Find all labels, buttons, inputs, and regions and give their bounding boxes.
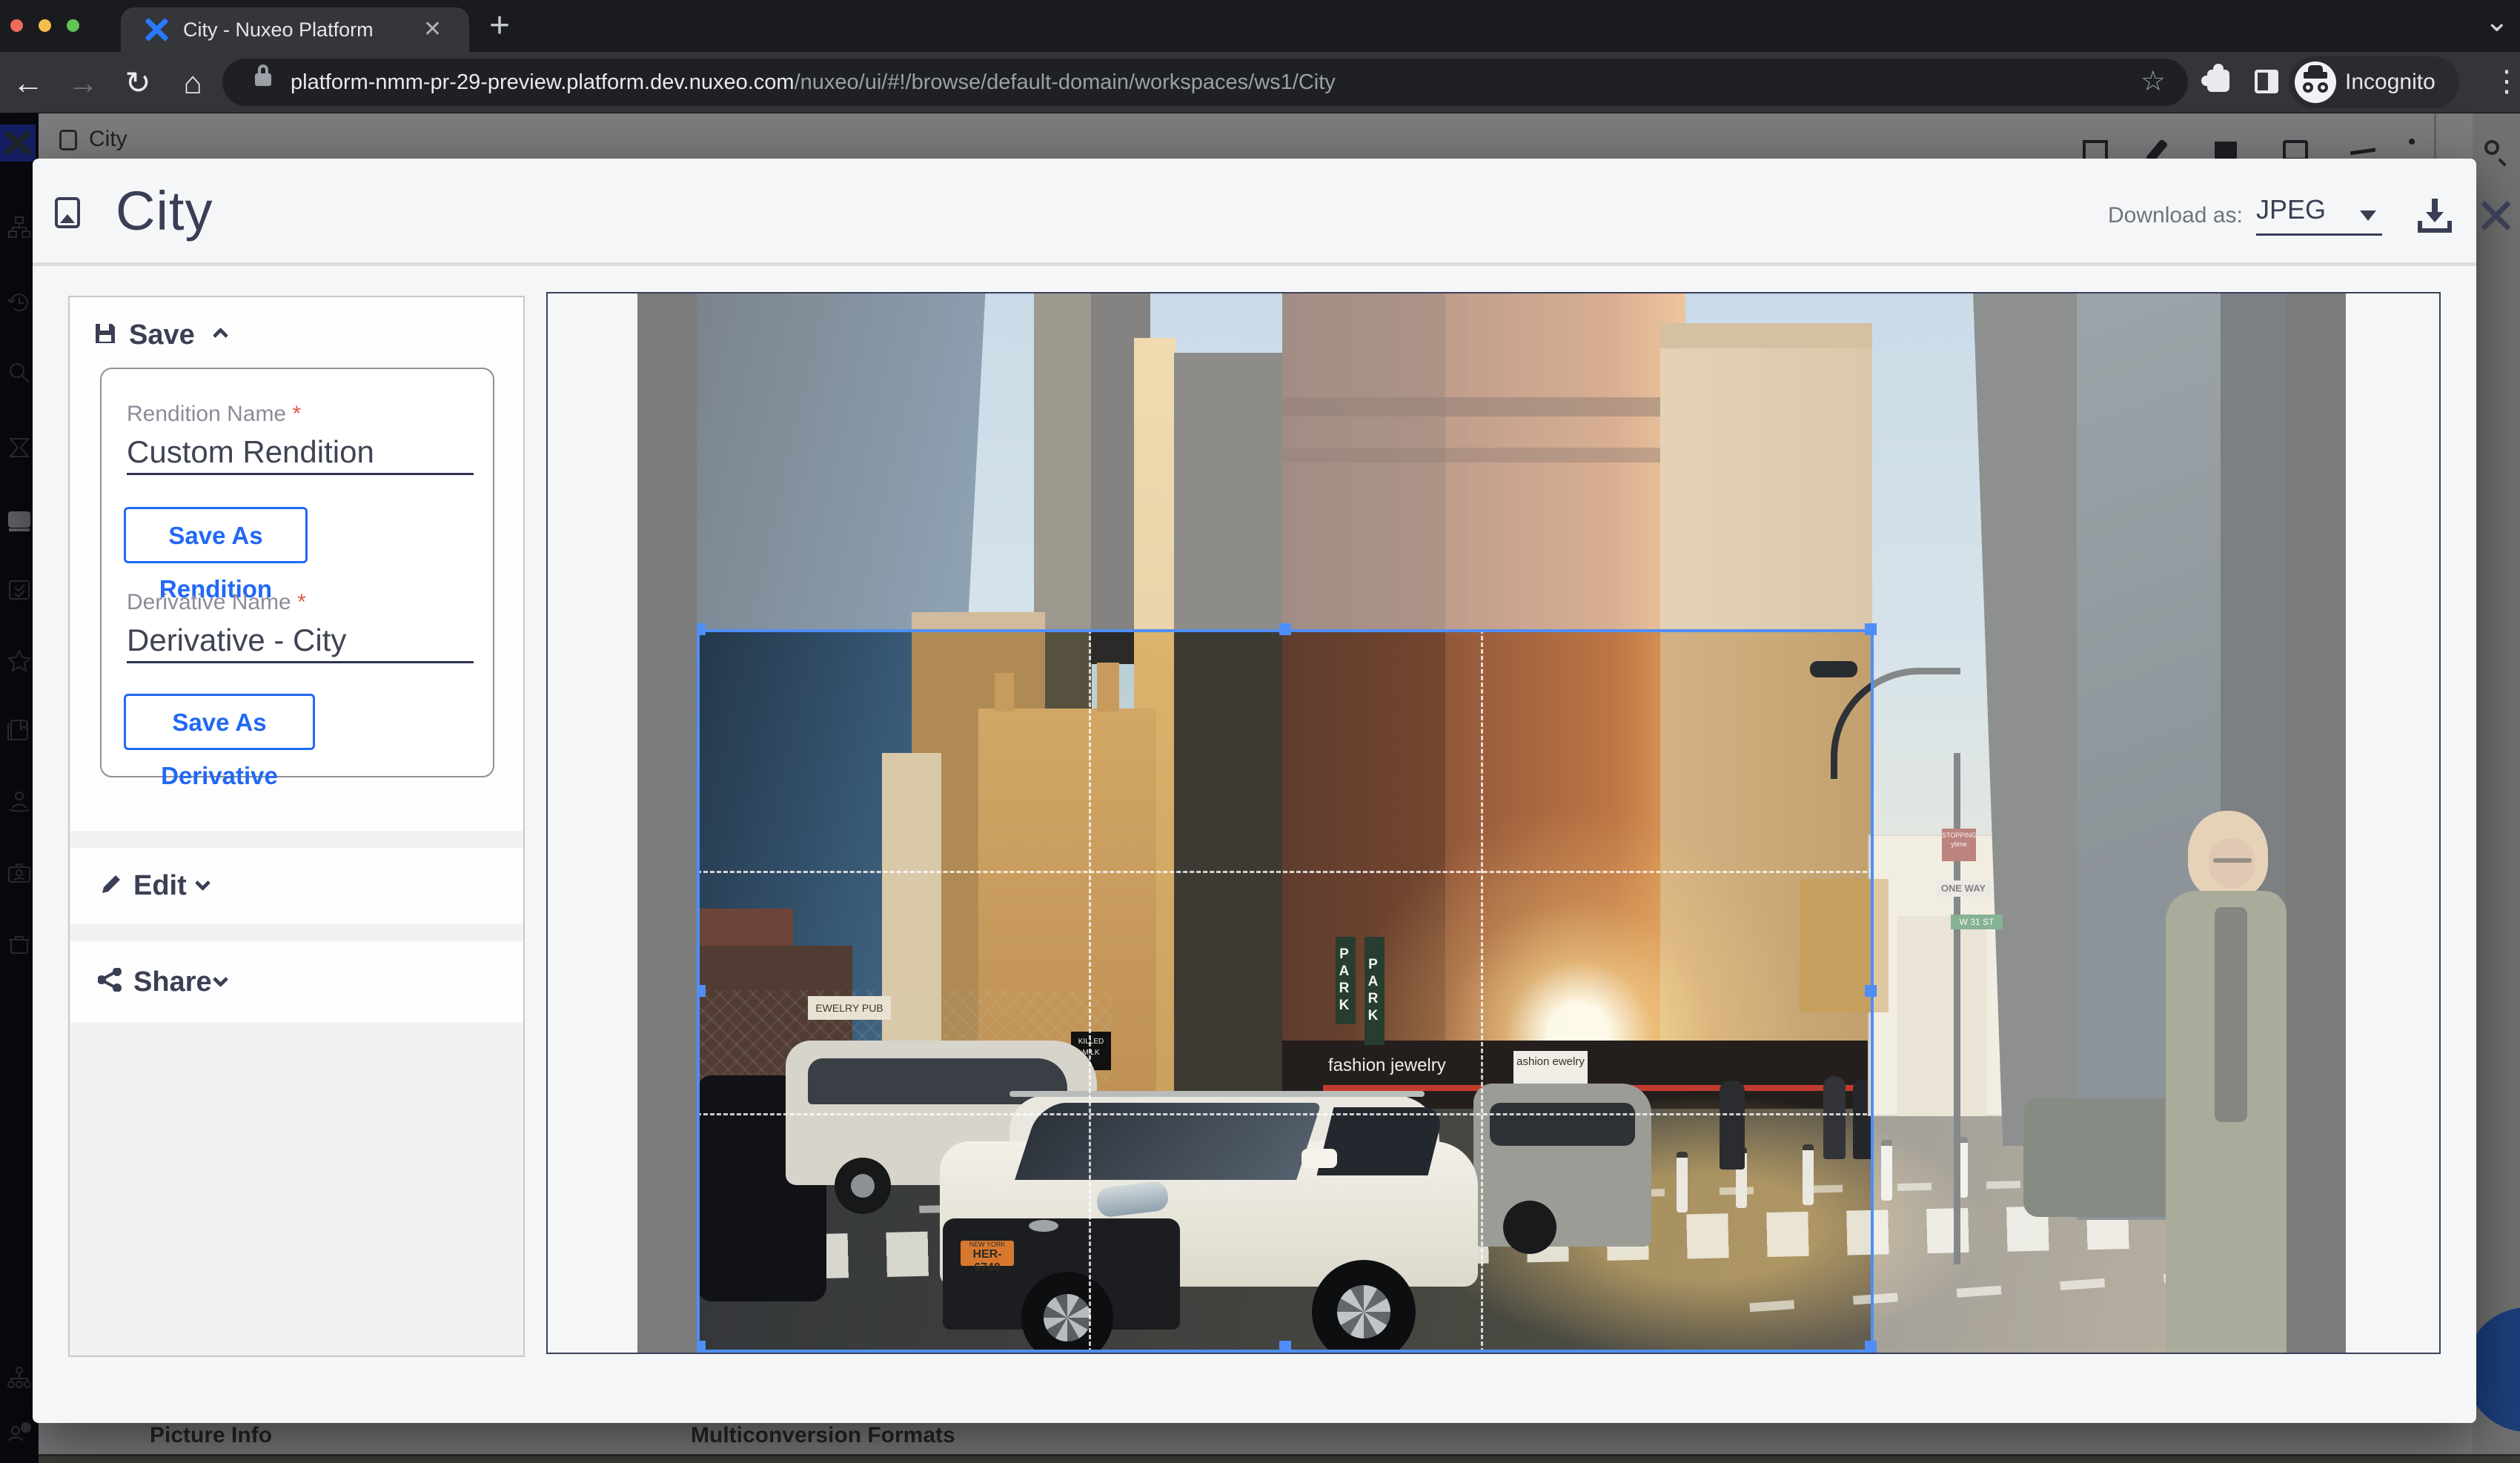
share-expand-chevron-icon bbox=[213, 972, 228, 987]
save-floppy-icon bbox=[93, 321, 118, 346]
crop-veil-top bbox=[697, 293, 2287, 629]
save-card: Rendition Name * Save As Rendition Deriv… bbox=[100, 368, 494, 777]
new-tab-icon[interactable]: + bbox=[489, 1, 510, 50]
edit-section[interactable]: Edit bbox=[70, 848, 523, 924]
crop-handle-middle-left[interactable] bbox=[697, 985, 706, 997]
dialog-header: City Download as: JPEG bbox=[33, 159, 2476, 262]
crop-handle-middle-right[interactable] bbox=[1865, 985, 1877, 997]
city-photo[interactable]: fashion jewelry ashion ewelry PARK PARK … bbox=[697, 293, 2287, 1353]
url-text: platform-nmm-pr-29-preview.platform.dev.… bbox=[291, 59, 1336, 106]
browser-tab[interactable]: City - Nuxeo Platform ✕ bbox=[121, 7, 469, 52]
crop-handle-bottom-right[interactable] bbox=[1865, 1341, 1877, 1353]
extensions-icon[interactable] bbox=[2207, 70, 2229, 92]
save-as-rendition-button[interactable]: Save As Rendition bbox=[124, 507, 308, 563]
home-button[interactable]: ⌂ bbox=[170, 52, 215, 113]
crop-selection-box[interactable] bbox=[697, 629, 1874, 1353]
cropper-stage: fashion jewelry ashion ewelry PARK PARK … bbox=[637, 293, 2346, 1353]
download-as-label: Download as: bbox=[2108, 203, 2243, 228]
minimize-window-button[interactable] bbox=[39, 19, 51, 32]
close-window-button[interactable] bbox=[10, 19, 23, 32]
rendition-name-input[interactable] bbox=[127, 434, 474, 470]
forward-button[interactable]: → bbox=[61, 52, 105, 113]
crop-handle-bottom-left[interactable] bbox=[697, 1341, 706, 1353]
rendition-name-label: Rendition Name * bbox=[127, 402, 301, 427]
edit-section-label: Edit bbox=[133, 870, 187, 902]
header-divider-line bbox=[33, 262, 2476, 266]
share-section[interactable]: Share bbox=[70, 941, 523, 1023]
save-section: Save Rendition Name * Save As Rendition … bbox=[70, 297, 523, 831]
back-button[interactable]: ← bbox=[6, 52, 50, 113]
bookmark-star-icon[interactable]: ☆ bbox=[2141, 59, 2166, 104]
browser-toolbar: ← → ↻ ⌂ platform-nmm-pr-29-preview.platf… bbox=[0, 52, 2520, 113]
edit-expand-chevron-icon bbox=[195, 875, 210, 891]
crop-handle-bottom-center[interactable] bbox=[1279, 1341, 1291, 1353]
zoom-window-button[interactable] bbox=[67, 19, 79, 32]
crop-veil-right bbox=[1874, 629, 2287, 1353]
image-icon bbox=[55, 197, 80, 228]
save-as-derivative-button[interactable]: Save As Derivative bbox=[124, 694, 315, 750]
crop-handle-top-right[interactable] bbox=[1865, 623, 1877, 635]
share-section-label: Share bbox=[133, 966, 212, 998]
share-icon bbox=[98, 968, 122, 992]
crop-handle-top-center[interactable] bbox=[1279, 623, 1291, 635]
nuxeo-favicon-icon bbox=[145, 18, 168, 42]
derivative-underline bbox=[127, 661, 474, 663]
tab-search-chevron-icon[interactable]: ⌄ bbox=[2484, 0, 2510, 46]
lock-shackle bbox=[258, 64, 268, 75]
image-viewer: fashion jewelry ashion ewelry PARK PARK … bbox=[546, 292, 2441, 1354]
tab-close-icon[interactable]: ✕ bbox=[423, 7, 442, 52]
image-editor-dialog: City Download as: JPEG S bbox=[33, 159, 2476, 1423]
download-icon[interactable] bbox=[2418, 199, 2452, 233]
format-value: JPEG bbox=[2256, 194, 2326, 225]
incognito-icon bbox=[2295, 62, 2336, 103]
close-icon[interactable] bbox=[2478, 199, 2513, 233]
browser-tab-strip: City - Nuxeo Platform ✕ + ⌄ bbox=[0, 0, 2520, 52]
save-collapse-chevron-icon[interactable] bbox=[213, 328, 228, 343]
tab-title: City - Nuxeo Platform bbox=[183, 7, 374, 52]
lock-icon bbox=[255, 73, 271, 86]
derivative-name-label: Derivative Name * bbox=[127, 590, 306, 615]
required-asterisk-2: * bbox=[297, 590, 306, 614]
select-caret-icon bbox=[2360, 210, 2376, 221]
tools-panel: Save Rendition Name * Save As Rendition … bbox=[68, 296, 525, 1357]
incognito-badge[interactable]: Incognito (2) bbox=[2289, 56, 2459, 108]
side-panel-icon[interactable] bbox=[2255, 70, 2278, 93]
browser-menu-icon[interactable]: ⋮ bbox=[2492, 52, 2520, 111]
dialog-title: City bbox=[116, 179, 213, 242]
url-path: /nuxeo/ui/#!/browse/default-domain/works… bbox=[795, 70, 1336, 94]
format-select[interactable]: JPEG bbox=[2256, 194, 2382, 236]
required-asterisk: * bbox=[292, 402, 301, 426]
reload-button[interactable]: ↻ bbox=[116, 52, 160, 113]
save-section-label[interactable]: Save bbox=[129, 319, 195, 351]
url-bar[interactable]: platform-nmm-pr-29-preview.platform.dev.… bbox=[222, 59, 2188, 106]
url-host: platform-nmm-pr-29-preview.platform.dev.… bbox=[291, 70, 795, 94]
screen: City - Nuxeo Platform ✕ + ⌄ ← → ↻ ⌂ plat… bbox=[0, 0, 2520, 1463]
derivative-name-input[interactable] bbox=[127, 623, 474, 658]
edit-pencil-icon bbox=[100, 873, 122, 895]
rendition-underline bbox=[127, 473, 474, 475]
crop-handle-top-left[interactable] bbox=[697, 623, 706, 635]
